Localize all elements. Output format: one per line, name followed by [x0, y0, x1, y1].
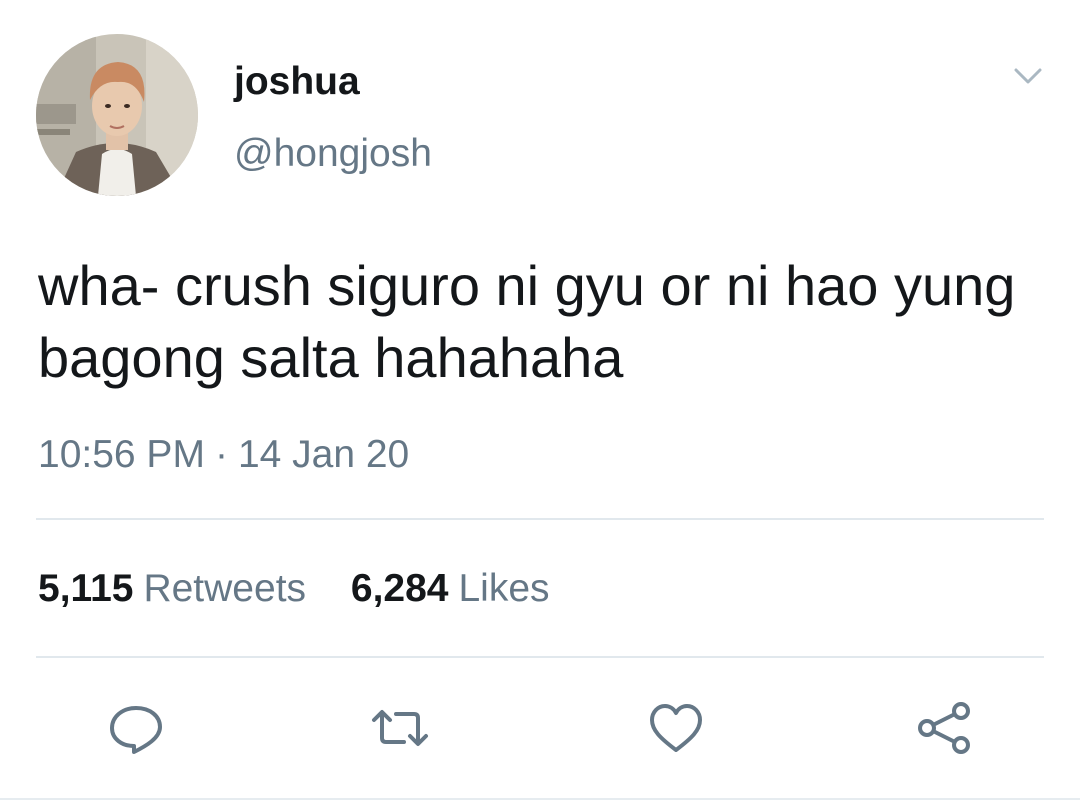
chevron-down-icon[interactable]	[1006, 60, 1050, 94]
reply-icon	[110, 706, 162, 754]
likes-count: 6,284	[350, 567, 449, 610]
tweet-card: joshua @hongjosh wha- crush siguro ni gy…	[0, 0, 1080, 804]
tweet-stats: 5,115 Retweets 6,284 Likes	[38, 566, 584, 612]
like-button[interactable]	[646, 700, 706, 756]
tweet-timestamp: 10:56 PM · 14 Jan 20	[38, 432, 409, 478]
reply-button[interactable]	[106, 700, 166, 756]
avatar[interactable]	[36, 34, 198, 196]
likes-stat[interactable]: 6,284 Likes	[351, 566, 550, 612]
divider	[36, 518, 1044, 520]
tweet-text: wha- crush siguro ni gyu or ni hao yung …	[38, 254, 1016, 389]
tweet-time: 10:56 PM	[38, 433, 205, 476]
heart-icon	[650, 704, 702, 752]
avatar-photo	[36, 34, 198, 196]
retweets-stat[interactable]: 5,115 Retweets	[38, 566, 306, 612]
likes-label: Likes	[458, 567, 550, 610]
display-name[interactable]: joshua	[234, 60, 360, 104]
tweet-date: 14 Jan 20	[237, 433, 410, 476]
user-handle[interactable]: @hongjosh	[234, 132, 432, 176]
bottom-divider	[0, 798, 1080, 800]
retweet-icon	[372, 710, 428, 746]
retweets-label: Retweets	[143, 567, 307, 610]
retweets-count: 5,115	[38, 567, 134, 610]
retweet-button[interactable]	[370, 700, 430, 756]
meta-separator: ·	[214, 433, 228, 476]
divider	[36, 656, 1044, 658]
share-icon	[918, 702, 970, 754]
share-button[interactable]	[914, 700, 974, 756]
